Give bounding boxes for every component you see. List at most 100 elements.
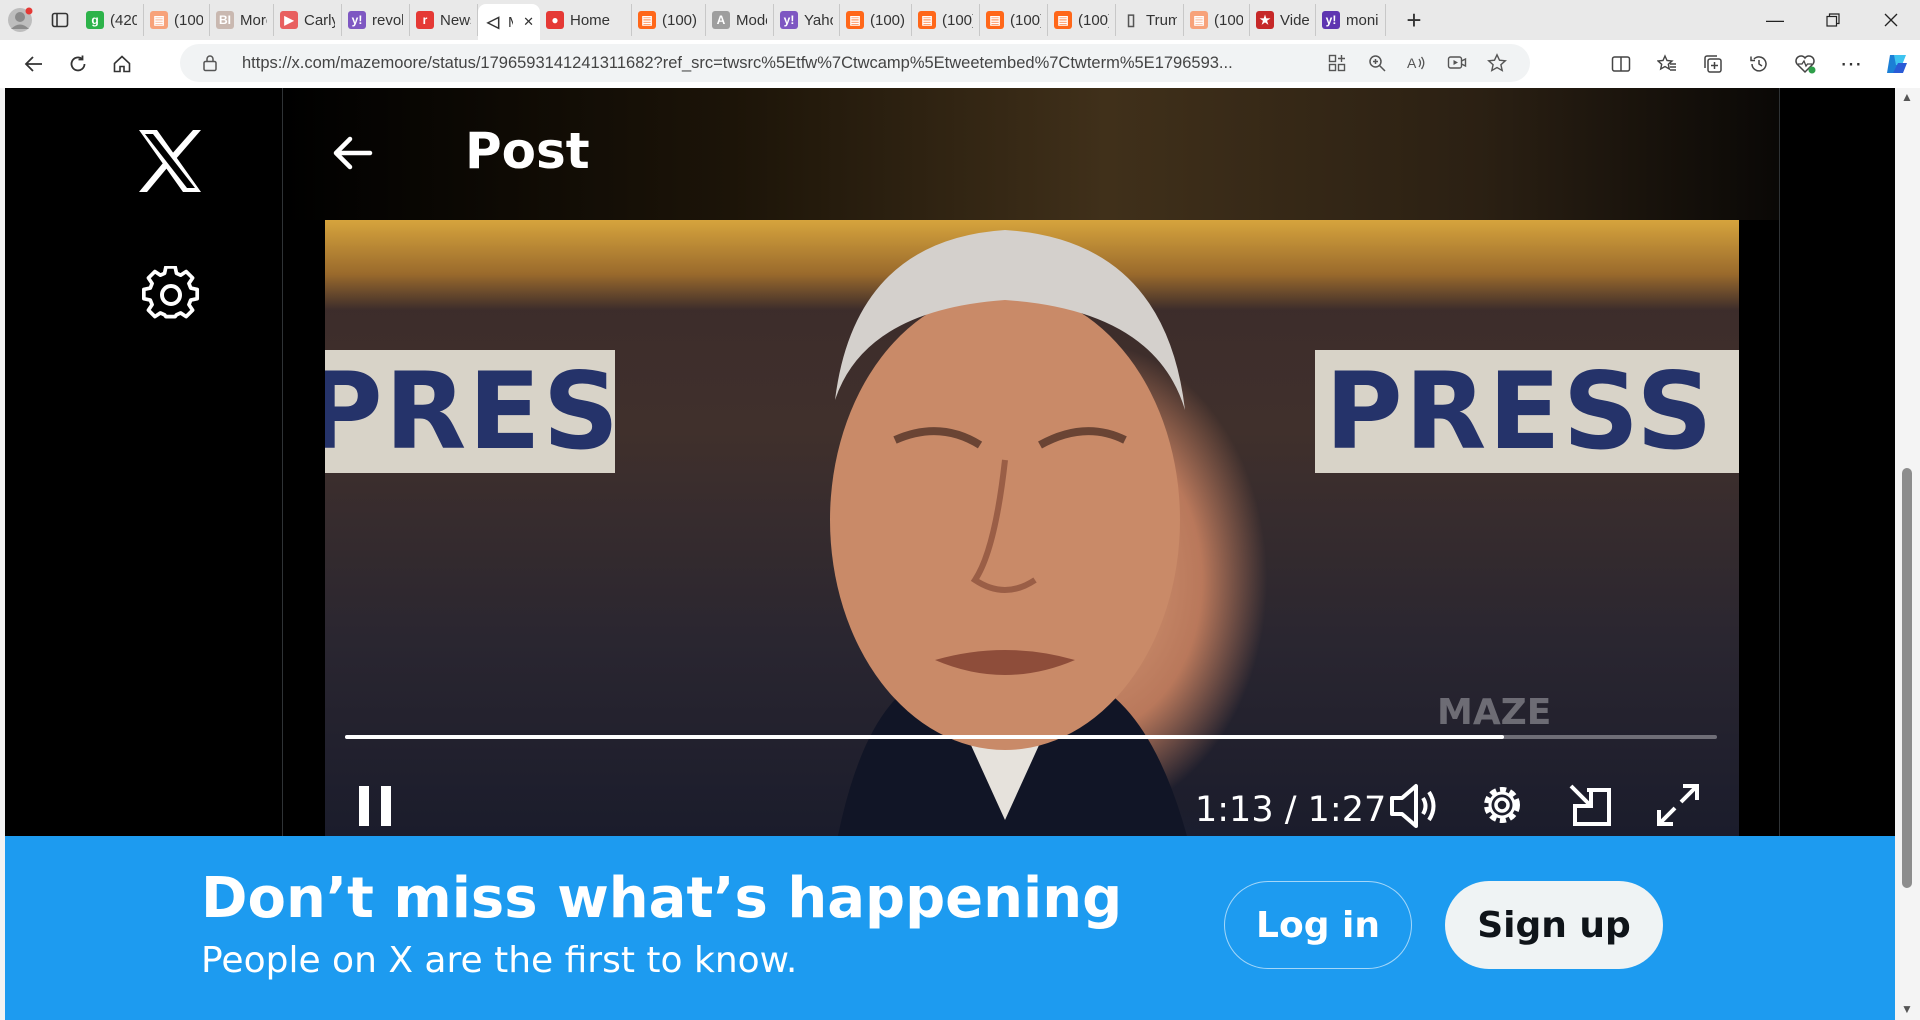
browser-tab-bar: g (4208 ▤ (100) BI More ▶ Carly y! revolur News ◁ M ✕… — [0, 0, 1920, 40]
performance-icon[interactable] — [1782, 51, 1828, 77]
history-icon[interactable] — [1736, 51, 1782, 77]
collections-icon[interactable] — [1690, 51, 1736, 77]
address-bar[interactable]: https://x.com/mazemoore/status/179659314… — [180, 44, 1530, 82]
home-button[interactable] — [100, 44, 144, 84]
sign-up-button[interactable]: Sign up — [1445, 881, 1663, 969]
browser-tab[interactable]: ▤ (100) — [1048, 4, 1116, 36]
backdrop-sign-left: PRESS — [325, 350, 615, 473]
page-scrollbar[interactable]: ▲ ▼ — [1895, 88, 1920, 1020]
video-time-display: 1:13 / 1:27 — [1195, 790, 1387, 830]
svg-text:A: A — [1407, 55, 1417, 71]
browser-tab[interactable]: y! revolu — [342, 4, 410, 36]
browser-tab[interactable]: ▶ Carly — [274, 4, 342, 36]
video-settings-icon[interactable] — [1477, 780, 1527, 835]
favorites-icon[interactable] — [1644, 51, 1690, 77]
browser-tab[interactable]: g (4208 — [80, 4, 144, 36]
browser-tab-title: Trump — [1146, 11, 1177, 29]
browser-tab-title: News — [440, 11, 471, 29]
substack-favicon-icon: ▤ — [846, 11, 864, 29]
scroll-up-arrow-icon[interactable]: ▲ — [1901, 90, 1913, 104]
browser-tab-title: (100) — [1214, 11, 1243, 29]
backdrop-sign-right: PRESS — [1315, 350, 1739, 473]
video-progress-bar[interactable] — [345, 735, 1717, 739]
window-controls: — — [1746, 0, 1920, 40]
post-header: Post — [283, 88, 1779, 220]
refresh-button[interactable] — [56, 44, 100, 84]
browser-tab-title: M — [508, 14, 513, 31]
banner-title: Don’t miss what’s happening — [201, 866, 1123, 931]
browser-tab-title: revolu — [372, 11, 403, 29]
browser-tab-title: More — [240, 11, 267, 29]
browser-tab[interactable]: ▤ (100) — [980, 4, 1048, 36]
scroll-down-arrow-icon[interactable]: ▼ — [1901, 1002, 1913, 1016]
browser-tab[interactable]: y! moni — [1316, 4, 1386, 36]
app-available-icon[interactable] — [1324, 50, 1350, 76]
signup-banner: Don’t miss what’s happening People on X … — [5, 836, 1895, 1020]
browser-tab[interactable]: ▯ Trump — [1116, 4, 1184, 36]
browser-tab[interactable]: ▤ (100) — [840, 4, 912, 36]
browser-tab[interactable]: y! Yahoo — [774, 4, 840, 36]
read-aloud-icon[interactable]: A — [1404, 50, 1430, 76]
back-button[interactable] — [12, 44, 56, 84]
speaker-favicon-icon: ◁ — [486, 14, 500, 31]
volume-icon[interactable] — [1388, 780, 1440, 837]
web-page: Post PRESS PRESS MAZE — [5, 88, 1895, 1020]
more-menu-icon[interactable]: ⋯ — [1828, 51, 1874, 77]
zoom-icon[interactable] — [1364, 50, 1390, 76]
browser-tab-title: (100) — [1010, 11, 1041, 29]
browser-tab-title: Mode — [736, 11, 767, 29]
browser-tab-title: moni — [1346, 11, 1379, 29]
tab-actions-icon[interactable] — [40, 0, 80, 40]
favorite-star-icon[interactable] — [1484, 50, 1510, 76]
video-progress-fill — [345, 735, 1505, 739]
browser-tab[interactable]: ● Home — [540, 4, 632, 36]
picture-in-picture-icon[interactable] — [1565, 780, 1615, 835]
new-tab-button[interactable]: + — [1396, 2, 1432, 38]
browser-tab[interactable]: BI More — [210, 4, 274, 36]
browser-tab-title: (100) — [870, 11, 905, 29]
copilot-icon[interactable] — [1874, 51, 1920, 77]
browser-tab[interactable]: ▤ (100) — [144, 4, 210, 36]
close-tab-icon[interactable]: ✕ — [523, 14, 534, 30]
substack-favicon-icon: ▤ — [918, 11, 936, 29]
settings-gear-icon[interactable] — [142, 265, 200, 324]
pin-favicon-icon: ● — [546, 11, 564, 29]
browser-tab[interactable]: A Mode — [706, 4, 774, 36]
restore-button[interactable] — [1804, 0, 1862, 40]
pause-icon[interactable] — [357, 780, 397, 835]
x-logo-icon[interactable] — [135, 128, 205, 194]
substack-favicon-icon: ▤ — [638, 11, 656, 29]
browser-tab-title: Video — [1280, 11, 1309, 29]
video-player[interactable]: PRESS PRESS MAZE — [325, 220, 1739, 920]
browser-tab[interactable]: ★ Video — [1250, 4, 1316, 36]
split-screen-icon[interactable] — [1598, 51, 1644, 77]
y-favicon-icon: y! — [348, 11, 366, 29]
browser-tab-title: (4208 — [110, 11, 137, 29]
a-favicon-icon: A — [712, 11, 730, 29]
browser-tab-title: (100) — [174, 11, 203, 29]
browser-tab[interactable]: r News — [410, 4, 478, 36]
browser-tab-title: (100) — [1078, 11, 1109, 29]
browser-tab[interactable]: ▤ (100) — [632, 4, 706, 36]
scrollbar-thumb[interactable] — [1902, 468, 1912, 888]
fullscreen-icon[interactable] — [1653, 780, 1703, 835]
bi-favicon-icon: BI — [216, 11, 234, 29]
g-favicon-icon: g — [86, 11, 104, 29]
site-info-icon[interactable] — [202, 54, 218, 77]
browser-tab[interactable]: ▤ (100) — [1184, 4, 1250, 36]
profile-avatar-icon[interactable] — [0, 0, 40, 40]
minimize-button[interactable]: — — [1746, 0, 1804, 40]
log-in-button[interactable]: Log in — [1224, 881, 1412, 969]
close-window-button[interactable] — [1862, 0, 1920, 40]
browser-tab-title: Home — [570, 11, 611, 29]
browser-tab[interactable]: ◁ M ✕ — [478, 4, 540, 40]
r-favicon-icon: r — [416, 11, 434, 29]
address-url[interactable]: https://x.com/mazemoore/status/179659314… — [242, 54, 1302, 73]
back-arrow-icon[interactable] — [328, 133, 376, 173]
youtube-favicon-icon: ▶ — [280, 11, 298, 29]
browser-toolbar: https://x.com/mazemoore/status/179659314… — [0, 40, 1920, 88]
page-title: Post — [465, 122, 590, 180]
video-icon[interactable] — [1444, 50, 1470, 76]
browser-tab[interactable]: ▤ (100) — [912, 4, 980, 36]
video-watermark: MAZE — [1437, 692, 1552, 733]
